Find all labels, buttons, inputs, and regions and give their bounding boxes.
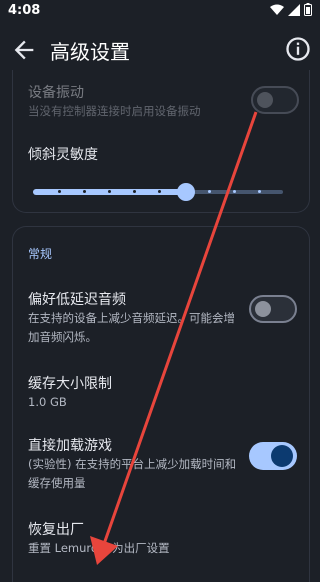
slider-step-dot [208,190,211,193]
battery-icon [304,3,312,16]
section-header-general: 常规 [28,247,53,261]
vibration-toggle[interactable] [251,86,299,114]
wifi-icon [270,4,284,15]
signal-icon [288,3,300,16]
slider-step-dot [233,190,236,193]
direct-load-subtitle: (实验性) 在支持的平台上减少加载时间和缓存使用量 [28,457,237,490]
slider-step-dot [83,190,86,193]
slider-step-dot [158,190,161,193]
low-latency-toggle[interactable] [249,295,297,323]
slider-step-dot [108,190,111,193]
cache-size-value: 1.0 GB [28,395,67,409]
status-bar: 4:08 [0,0,320,22]
slider-step-dot [133,190,136,193]
slider-step-dot [258,190,261,193]
tilt-sensitivity-slider[interactable] [33,182,283,202]
factory-reset-subtitle: 重置 Lemuroid 为出厂设置 [28,541,170,555]
slider-step-dot [58,190,61,193]
low-latency-title: 偏好低延迟音频 [28,292,126,308]
input-settings-card: 设备振动 当没有控制器连接时启用设备振动 倾斜灵敏度 [12,70,310,213]
info-icon[interactable] [284,35,312,63]
direct-load-toggle[interactable] [249,442,297,470]
tilt-sensitivity-title: 倾斜灵敏度 [28,147,98,163]
slider-thumb[interactable] [176,183,195,201]
page-title: 高级设置 [50,40,130,64]
direct-load-title: 直接加载游戏 [28,438,112,454]
general-settings-card: 常规 偏好低延迟音频 在支持的设备上减少音频延迟。可能会增加音频闪烁。 缓存大小… [12,226,310,582]
status-icons [270,3,312,16]
vibration-title: 设备振动 [28,85,84,101]
back-arrow-icon[interactable] [10,36,38,64]
low-latency-subtitle: 在支持的设备上减少音频延迟。可能会增加音频闪烁。 [28,311,235,344]
factory-reset-title: 恢复出厂 [28,522,84,538]
cache-size-title: 缓存大小限制 [28,376,112,392]
vibration-subtitle: 当没有控制器连接时启用设备振动 [28,104,201,118]
status-time: 4:08 [8,3,41,18]
